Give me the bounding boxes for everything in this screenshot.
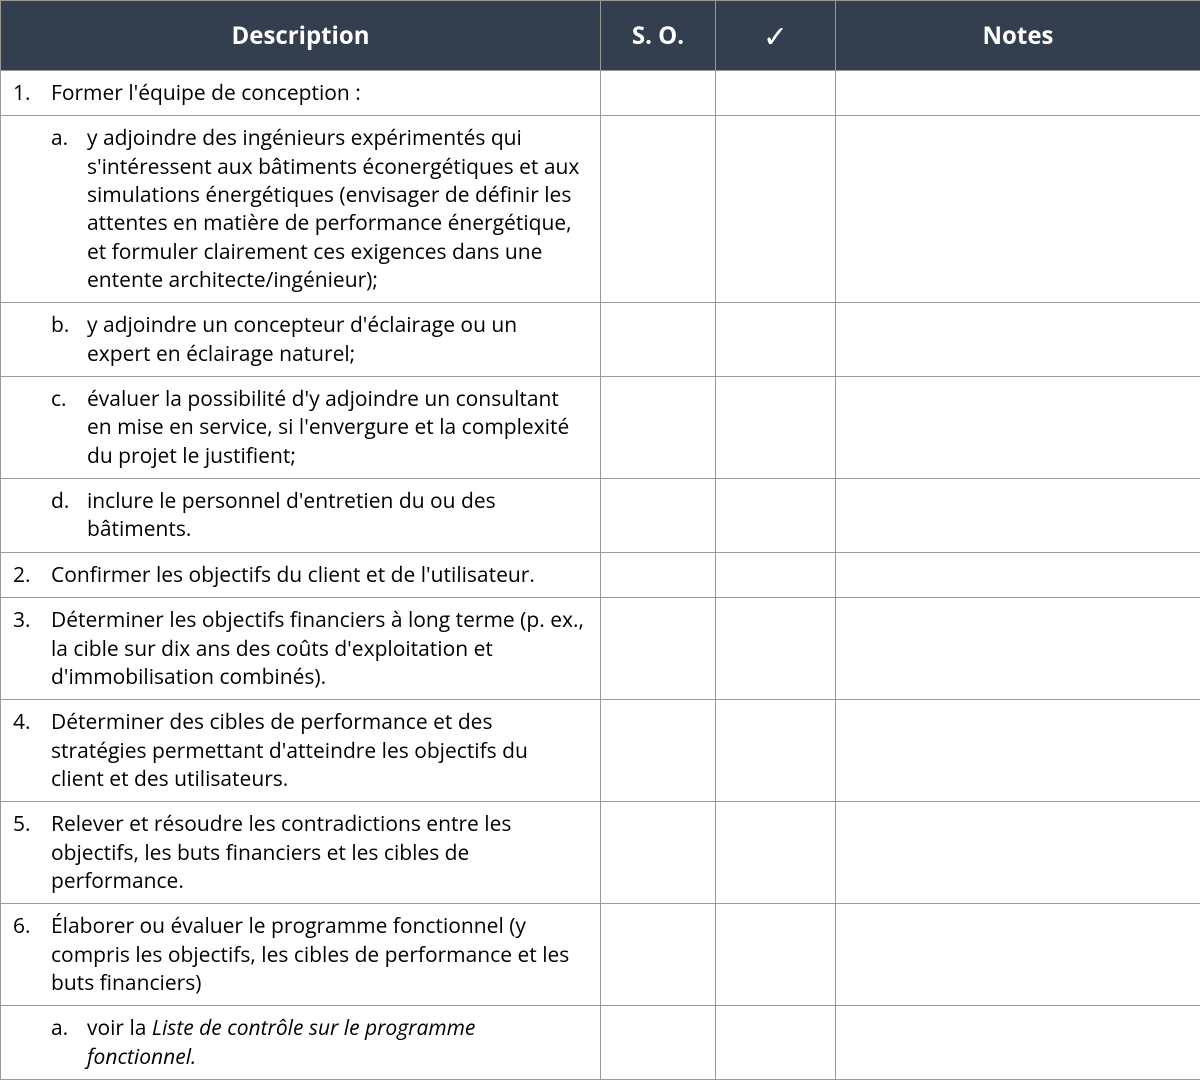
table-body: 1.Former l'équipe de conception :a.y adj… <box>1 71 1200 1080</box>
list-text: Former l'équipe de conception : <box>51 79 586 107</box>
check-cell[interactable] <box>716 116 836 303</box>
so-cell[interactable] <box>601 598 716 700</box>
header-check: ✓ <box>716 1 836 71</box>
table-row: c.évaluer la possibilité d'y adjoindre u… <box>1 377 1200 479</box>
check-cell[interactable] <box>716 802 836 904</box>
description-cell: 4.Déterminer des cibles de performance e… <box>1 700 601 802</box>
so-cell[interactable] <box>601 552 716 597</box>
table-row: 4.Déterminer des cibles de performance e… <box>1 700 1200 802</box>
list-text: Relever et résoudre les contradictions e… <box>51 810 586 895</box>
so-cell[interactable] <box>601 479 716 553</box>
check-cell[interactable] <box>716 904 836 1006</box>
description-cell: d.inclure le personnel d'entretien du ou… <box>1 479 601 553</box>
check-cell[interactable] <box>716 479 836 553</box>
table-row: 6.Élaborer ou évaluer le programme fonct… <box>1 904 1200 1006</box>
list-text: y adjoindre des ingénieurs expérimentés … <box>87 124 586 294</box>
notes-cell[interactable] <box>836 303 1200 377</box>
list-text: Déterminer les objectifs financiers à lo… <box>51 606 586 691</box>
header-description: Description <box>1 1 601 71</box>
notes-cell[interactable] <box>836 802 1200 904</box>
list-text: évaluer la possibilité d'y adjoindre un … <box>87 385 586 470</box>
notes-cell[interactable] <box>836 904 1200 1006</box>
notes-cell[interactable] <box>836 377 1200 479</box>
so-cell[interactable] <box>601 1006 716 1080</box>
header-notes: Notes <box>836 1 1200 71</box>
notes-cell[interactable] <box>836 1006 1200 1080</box>
notes-cell[interactable] <box>836 71 1200 116</box>
table-row: b.y adjoindre un concepteur d'éclairage … <box>1 303 1200 377</box>
description-cell: 5.Relever et résoudre les contradictions… <box>1 802 601 904</box>
indent-spacer <box>9 1014 51 1071</box>
table-row: a.y adjoindre des ingénieurs expérimenté… <box>1 116 1200 303</box>
list-text: Élaborer ou évaluer le programme fonctio… <box>51 912 586 997</box>
list-text: inclure le personnel d'entretien du ou d… <box>87 487 586 544</box>
so-cell[interactable] <box>601 802 716 904</box>
table-row: 2.Confirmer les objectifs du client et d… <box>1 552 1200 597</box>
list-text: voir la Liste de contrôle sur le program… <box>87 1014 586 1071</box>
list-marker: c. <box>51 385 87 470</box>
list-marker: b. <box>51 311 87 368</box>
description-cell: a.y adjoindre des ingénieurs expérimenté… <box>1 116 601 303</box>
list-marker: 4. <box>9 708 51 793</box>
notes-cell[interactable] <box>836 700 1200 802</box>
check-cell[interactable] <box>716 1006 836 1080</box>
text-prefix: voir la <box>87 1014 152 1042</box>
so-cell[interactable] <box>601 700 716 802</box>
check-cell[interactable] <box>716 700 836 802</box>
check-cell[interactable] <box>716 303 836 377</box>
description-cell: c.évaluer la possibilité d'y adjoindre u… <box>1 377 601 479</box>
description-cell: 6.Élaborer ou évaluer le programme fonct… <box>1 904 601 1006</box>
indent-spacer <box>9 311 51 368</box>
list-text: Confirmer les objectifs du client et de … <box>51 561 586 589</box>
checklist-table: Description S. O. ✓ Notes 1.Former l'équ… <box>0 0 1200 1080</box>
notes-cell[interactable] <box>836 598 1200 700</box>
list-marker: d. <box>51 487 87 544</box>
check-cell[interactable] <box>716 552 836 597</box>
indent-spacer <box>9 124 51 294</box>
list-text: y adjoindre un concepteur d'éclairage ou… <box>87 311 586 368</box>
so-cell[interactable] <box>601 904 716 1006</box>
description-cell: 2.Confirmer les objectifs du client et d… <box>1 552 601 597</box>
so-cell[interactable] <box>601 303 716 377</box>
description-cell: a.voir la Liste de contrôle sur le progr… <box>1 1006 601 1080</box>
indent-spacer <box>9 385 51 470</box>
notes-cell[interactable] <box>836 116 1200 303</box>
check-cell[interactable] <box>716 71 836 116</box>
table-row: a.voir la Liste de contrôle sur le progr… <box>1 1006 1200 1080</box>
indent-spacer <box>9 487 51 544</box>
so-cell[interactable] <box>601 116 716 303</box>
description-cell: 1.Former l'équipe de conception : <box>1 71 601 116</box>
so-cell[interactable] <box>601 377 716 479</box>
check-cell[interactable] <box>716 377 836 479</box>
list-marker: a. <box>51 1014 87 1071</box>
list-text: Déterminer des cibles de performance et … <box>51 708 586 793</box>
table-row: d.inclure le personnel d'entretien du ou… <box>1 479 1200 553</box>
list-marker: 1. <box>9 79 51 107</box>
check-cell[interactable] <box>716 598 836 700</box>
so-cell[interactable] <box>601 71 716 116</box>
notes-cell[interactable] <box>836 479 1200 553</box>
list-marker: 5. <box>9 810 51 895</box>
list-marker: 2. <box>9 561 51 589</box>
list-marker: 3. <box>9 606 51 691</box>
description-cell: b.y adjoindre un concepteur d'éclairage … <box>1 303 601 377</box>
header-row: Description S. O. ✓ Notes <box>1 1 1200 71</box>
list-marker: a. <box>51 124 87 294</box>
notes-cell[interactable] <box>836 552 1200 597</box>
header-so: S. O. <box>601 1 716 71</box>
table-row: 1.Former l'équipe de conception : <box>1 71 1200 116</box>
table-row: 3.Déterminer les objectifs financiers à … <box>1 598 1200 700</box>
list-marker: 6. <box>9 912 51 997</box>
table-row: 5.Relever et résoudre les contradictions… <box>1 802 1200 904</box>
description-cell: 3.Déterminer les objectifs financiers à … <box>1 598 601 700</box>
